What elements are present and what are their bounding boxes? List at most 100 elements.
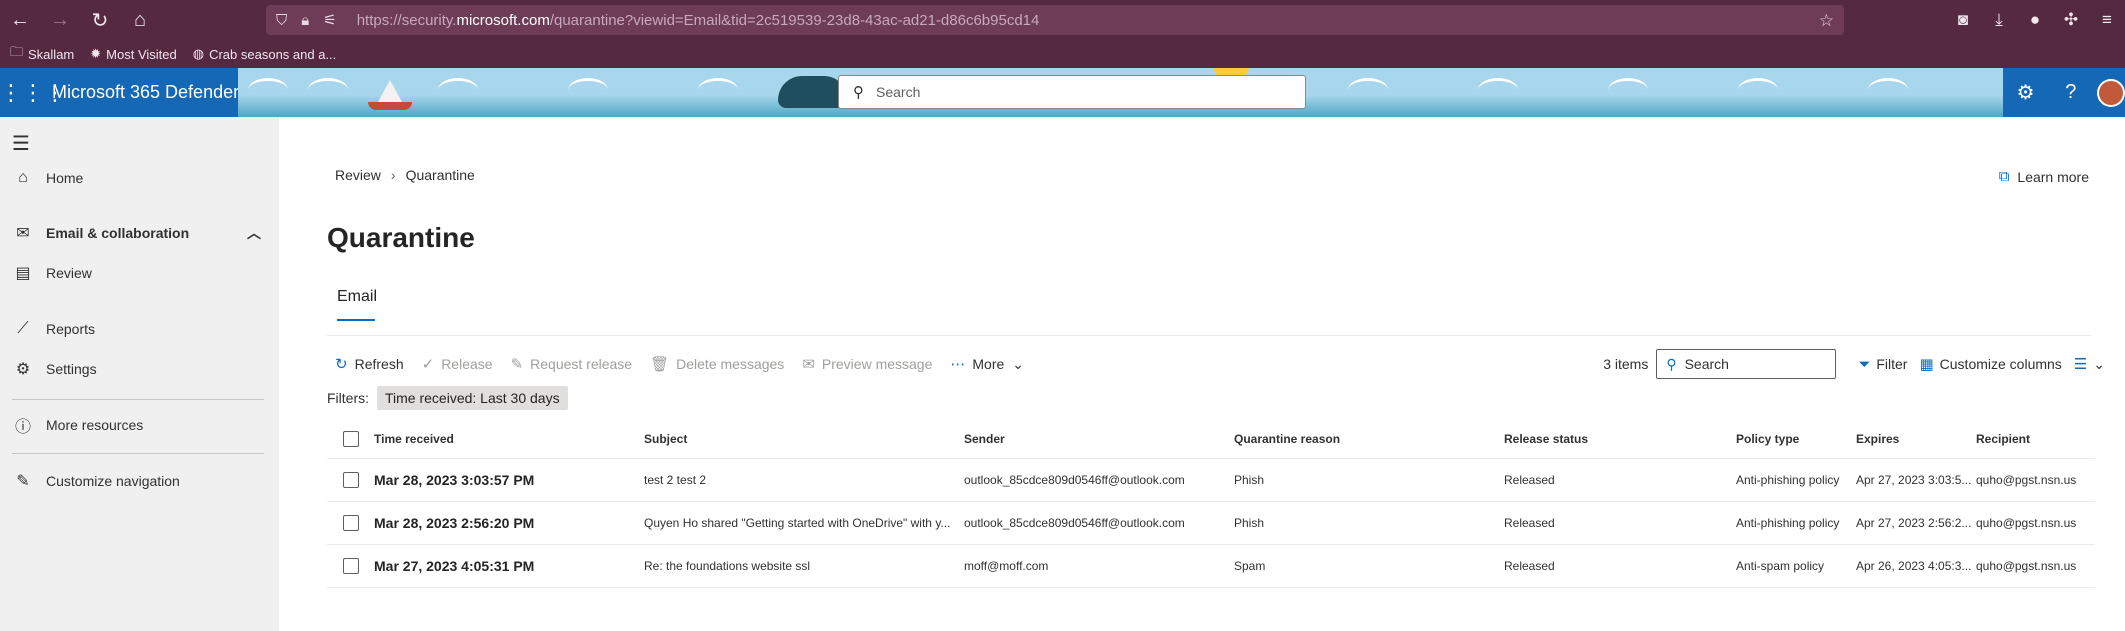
wave-decoration bbox=[698, 78, 738, 102]
filters-row: Filters: Time received: Last 30 days bbox=[327, 385, 568, 411]
table-row[interactable]: Mar 28, 2023 2:56:20 PM Quyen Ho shared … bbox=[327, 502, 2095, 545]
reload-icon[interactable]: ↻ bbox=[80, 0, 120, 40]
lock-icon[interactable]: 🔒︎ bbox=[301, 12, 309, 29]
forward-icon[interactable]: → bbox=[40, 0, 80, 40]
bookmark-star-icon[interactable]: ☆ bbox=[1819, 11, 1834, 31]
mail-icon: ✉ bbox=[16, 225, 30, 242]
sidebar-item-more-resources[interactable]: ⓘ More resources bbox=[0, 408, 279, 442]
app-launcher-icon[interactable]: ⋮⋮⋮ bbox=[0, 80, 66, 106]
ellipsis-icon: ⋯ bbox=[950, 356, 966, 373]
cell-quarantine-reason: Spam bbox=[1234, 559, 1266, 573]
brand-area: ⋮⋮⋮ Microsoft 365 Defender bbox=[0, 68, 239, 117]
sidebar-item-reports[interactable]: ⟋ Reports bbox=[0, 312, 279, 346]
menu-icon[interactable]: ≡ bbox=[2089, 10, 2125, 30]
bookmark-item[interactable]: ✹ Most Visited bbox=[90, 46, 176, 62]
preview-message-button[interactable]: ✉ Preview message bbox=[802, 355, 932, 373]
home-icon[interactable]: ⌂ bbox=[120, 0, 160, 40]
envelope-open-icon: ✉ bbox=[802, 356, 815, 373]
wave-decoration bbox=[438, 78, 478, 102]
cell-subject: Quyen Ho shared "Getting started with On… bbox=[644, 516, 951, 530]
sidebar-item-review[interactable]: ▤ Review bbox=[0, 256, 279, 290]
shield-icon[interactable]: ⛉ bbox=[276, 12, 287, 29]
column-header-time-received[interactable]: Time received bbox=[374, 419, 644, 458]
column-header-recipient[interactable]: Recipient bbox=[1976, 419, 2095, 458]
breadcrumb-quarantine[interactable]: Quarantine bbox=[406, 167, 475, 183]
sidebar-item-email-collaboration[interactable]: ✉ Email & collaboration ︿ bbox=[0, 216, 279, 250]
learn-more-link[interactable]: ⧉ Learn more bbox=[1999, 168, 2089, 185]
cell-expires: Apr 27, 2023 2:56:2... bbox=[1856, 516, 1972, 530]
address-bar[interactable]: ⛉ 🔒︎ ⚟ https://security.microsoft.com/qu… bbox=[266, 5, 1844, 35]
command-bar: ↻ Refresh ✓ Release ✎ Request release 🗑︎ Del… bbox=[335, 349, 1042, 379]
global-search-input[interactable]: ⚲ Search bbox=[838, 75, 1306, 109]
bookmarks-bar: 🗀︎ Skallam ✹ Most Visited ◍ Crab seasons an… bbox=[0, 40, 2125, 68]
refresh-button[interactable]: ↻ Refresh bbox=[335, 355, 404, 373]
wave-decoration bbox=[1738, 78, 1778, 102]
filter-pill-time-received[interactable]: Time received: Last 30 days bbox=[377, 386, 568, 410]
tab-email[interactable]: Email bbox=[337, 288, 377, 306]
group-by-button[interactable]: ☰ ⌄ bbox=[2074, 355, 2105, 374]
customize-columns-button[interactable]: ▦ Customize columns bbox=[1919, 355, 2061, 373]
cell-subject: test 2 test 2 bbox=[644, 473, 707, 487]
sidebar-item-home[interactable]: ⌂ Home bbox=[0, 161, 279, 195]
wave-decoration bbox=[1478, 78, 1518, 102]
select-all-checkbox[interactable] bbox=[343, 430, 359, 447]
cell-recipient: quho@pgst.nsn.us bbox=[1976, 559, 2077, 573]
cell-sender: moff@moff.com bbox=[964, 559, 1049, 573]
wave-decoration bbox=[248, 78, 288, 102]
row-checkbox[interactable] bbox=[343, 515, 359, 531]
command-bar-right: 3 items ⚲ Search ⏷ Filter ▦ Customize colu… bbox=[1603, 349, 2105, 379]
column-header-subject[interactable]: Subject bbox=[644, 419, 964, 458]
back-icon[interactable]: ← bbox=[0, 0, 40, 40]
wave-decoration bbox=[1348, 78, 1388, 102]
globe-icon: ◍ bbox=[192, 46, 205, 61]
permissions-icon[interactable]: ⚟ bbox=[323, 11, 336, 29]
browser-extensions: ◙ ⤓ ● ✣ ≡ bbox=[1945, 0, 2125, 40]
cell-policy-type: Anti-phishing policy bbox=[1736, 473, 1840, 487]
sidebar-item-settings[interactable]: ⚙ Settings bbox=[0, 352, 279, 386]
extensions-icon[interactable]: ✣ bbox=[2053, 10, 2089, 30]
more-button[interactable]: ⋯ More ⌄ bbox=[950, 355, 1024, 374]
main-content: Review › Quarantine ⧉ Learn more Quarant… bbox=[279, 117, 2125, 631]
filter-button[interactable]: ⏷ Filter bbox=[1858, 356, 1907, 373]
items-count: 3 items bbox=[1603, 356, 1649, 372]
column-header-quarantine-reason[interactable]: Quarantine reason bbox=[1234, 419, 1504, 458]
table-search-input[interactable]: ⚲ Search bbox=[1656, 349, 1837, 379]
info-icon: ⓘ bbox=[14, 419, 31, 436]
request-release-button[interactable]: ✎ Request release bbox=[511, 355, 633, 373]
row-checkbox[interactable] bbox=[343, 472, 359, 488]
bookmark-item[interactable]: ◍ Crab seasons and a... bbox=[193, 46, 337, 62]
chevron-up-icon[interactable]: ︿ bbox=[247, 223, 261, 243]
download-icon[interactable]: ⤓ bbox=[1981, 10, 2017, 30]
row-checkbox[interactable] bbox=[343, 558, 359, 574]
column-header-sender[interactable]: Sender bbox=[964, 419, 1234, 458]
sidebar-item-customize-navigation[interactable]: ✎ Customize navigation bbox=[0, 464, 279, 498]
pocket-icon[interactable]: ◙ bbox=[1945, 10, 1981, 30]
hamburger-menu-icon[interactable]: ☰ bbox=[12, 131, 30, 156]
settings-gear-icon[interactable]: ⚙ bbox=[2003, 80, 2048, 105]
delete-messages-button[interactable]: 🗑︎ Delete messages bbox=[650, 355, 784, 373]
cell-time-received: Mar 27, 2023 4:05:31 PM bbox=[374, 558, 535, 574]
left-navigation: ☰ ⌂ Home ✉ Email & collaboration ︿ ▤ Review … bbox=[0, 117, 279, 631]
table-row[interactable]: Mar 28, 2023 3:03:57 PM test 2 test 2 ou… bbox=[327, 459, 2095, 502]
table-row[interactable]: Mar 27, 2023 4:05:31 PM Re: the foundati… bbox=[327, 545, 2095, 588]
column-header-policy-type[interactable]: Policy type bbox=[1736, 419, 1856, 458]
cell-time-received: Mar 28, 2023 3:03:57 PM bbox=[374, 472, 535, 488]
cell-sender: outlook_85cdce809d0546ff@outlook.com bbox=[964, 516, 1185, 530]
cell-recipient: quho@pgst.nsn.us bbox=[1976, 516, 2077, 530]
app-name[interactable]: Microsoft 365 Defender bbox=[52, 82, 239, 103]
avatar[interactable] bbox=[2097, 78, 2125, 107]
cell-sender: outlook_85cdce809d0546ff@outlook.com bbox=[964, 473, 1185, 487]
breadcrumb-review[interactable]: Review bbox=[335, 167, 381, 183]
sidebar-divider bbox=[12, 399, 264, 400]
page-title: Quarantine bbox=[327, 222, 475, 253]
release-button[interactable]: ✓ Release bbox=[422, 355, 493, 373]
column-header-expires[interactable]: Expires bbox=[1856, 419, 1976, 458]
url-text[interactable]: https://security.microsoft.com/quarantin… bbox=[357, 12, 1040, 29]
pencil-icon: ✎ bbox=[16, 473, 30, 490]
cell-expires: Apr 27, 2023 3:03:5... bbox=[1856, 473, 1972, 487]
account-icon[interactable]: ● bbox=[2017, 10, 2053, 30]
document-icon: ▤ bbox=[15, 265, 31, 282]
bookmark-item[interactable]: 🗀︎ Skallam bbox=[10, 43, 74, 65]
help-icon[interactable]: ? bbox=[2048, 81, 2093, 104]
column-header-release-status[interactable]: Release status bbox=[1504, 419, 1736, 458]
